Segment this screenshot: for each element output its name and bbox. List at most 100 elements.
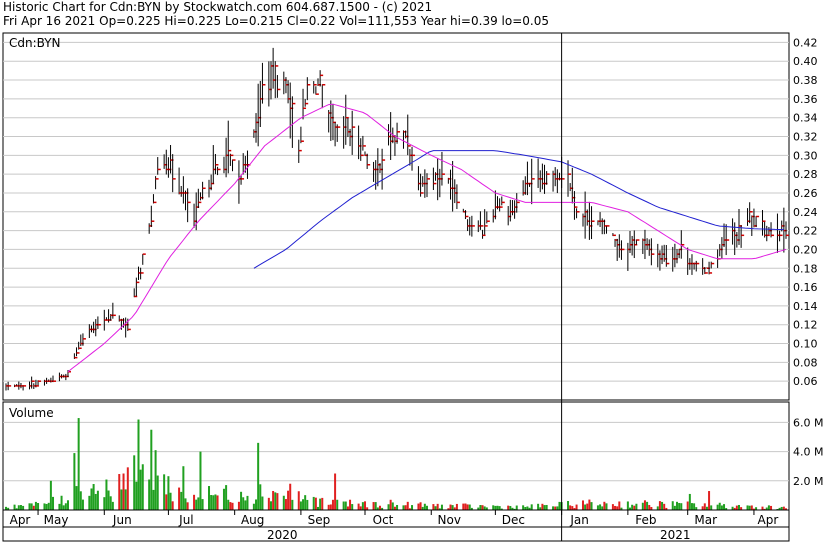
price-tick-label: 0.34 [793, 112, 818, 125]
volume-bar [182, 466, 185, 510]
volume-bar [314, 497, 317, 510]
volume-bar [272, 490, 275, 510]
volume-bar [289, 483, 292, 510]
price-tick-label: 0.26 [793, 187, 818, 200]
volume-tick-label: 2.0 M [793, 475, 823, 488]
volume-bar [396, 504, 399, 510]
volume-bar [321, 497, 324, 510]
volume-bar [419, 502, 422, 510]
volume-bar [225, 485, 228, 510]
volume-bar [498, 506, 501, 510]
volume-bar [507, 505, 510, 510]
volume-bar [611, 504, 614, 510]
volume-bar [641, 502, 644, 510]
volume-bar [603, 501, 606, 510]
volume-bar [586, 503, 589, 510]
volume-bar [364, 501, 367, 510]
volume-bar [723, 504, 726, 510]
stock-chart: 0.42 0.40 0.38 0.36 0.34 0.32 0.30 0.28 0.26 0.24… [2, 32, 823, 542]
volume-bar [346, 506, 349, 510]
volume-bar [229, 502, 232, 510]
volume-bar [406, 501, 409, 510]
volume-tick-label: 6.0 M [793, 416, 823, 429]
volume-bar [526, 506, 529, 510]
volume-bar [718, 502, 721, 510]
volume-bar [693, 503, 696, 510]
volume-bar [543, 505, 546, 510]
volume-bar [494, 505, 497, 510]
volume-bar [643, 500, 646, 510]
volume-bar [648, 504, 651, 510]
volume-bar [306, 499, 309, 510]
volume-bar [216, 495, 219, 510]
price-tick-label: 0.16 [793, 281, 818, 294]
volume-bar [522, 505, 525, 510]
price-tick-label: 0.12 [793, 319, 818, 332]
volume-bar [530, 504, 533, 510]
volume-bar [455, 503, 458, 510]
volume-bar [178, 487, 181, 510]
volume-bar [686, 501, 689, 510]
month-label: May [44, 513, 69, 527]
volume-bar [94, 493, 97, 510]
volume-bar [496, 505, 499, 510]
volume-title: Volume [9, 406, 54, 420]
volume-bar [227, 499, 230, 510]
volume-bar [284, 499, 287, 510]
volume-bar [716, 504, 719, 510]
volume-bar [237, 501, 240, 510]
volume-bar [616, 506, 619, 510]
symbol-label: Cdn:BYN [9, 36, 61, 50]
volume-bar [737, 504, 740, 510]
volume-bar [770, 505, 773, 510]
month-label: Dec [502, 513, 525, 527]
volume-bar [483, 506, 486, 510]
volume-bar [152, 489, 155, 510]
volume-bar [361, 502, 364, 510]
volume-bar [186, 502, 189, 510]
volume-bar [567, 501, 570, 510]
volume-bar [19, 505, 22, 510]
volume-bar [451, 505, 454, 510]
volume-bar [614, 505, 617, 510]
volume-bar [193, 494, 196, 510]
volume-bar [631, 504, 634, 510]
volume-bar [588, 499, 591, 510]
volume-bar [195, 499, 198, 510]
volume-bar [43, 503, 46, 510]
volume-bar [391, 502, 394, 510]
volume-bar [169, 492, 172, 510]
volume-bar [197, 497, 200, 510]
volume-bar [349, 499, 352, 510]
volume-bar [676, 501, 679, 510]
volume-bar [141, 464, 144, 510]
volume-bar [105, 479, 108, 510]
volume-bar [663, 503, 666, 510]
volume-bar [244, 500, 247, 510]
volume-bar [165, 494, 168, 510]
volume-bar [389, 499, 392, 510]
volume-bar [359, 506, 362, 510]
volume-bar [541, 503, 544, 510]
volume-bar [735, 505, 738, 510]
month-label: Oct [373, 513, 394, 527]
volume-bar [167, 476, 170, 510]
volume-bar [590, 502, 593, 510]
volume-bar [545, 504, 548, 510]
price-tick-label: 0.32 [793, 131, 818, 144]
volume-bar [150, 429, 153, 510]
volume-bar [319, 498, 322, 510]
volume-bar [710, 505, 713, 510]
volume-bar [154, 450, 157, 510]
volume-bar [327, 504, 330, 510]
volume-axis-labels: 6.0 M 4.0 M 2.0 M [793, 416, 823, 487]
volume-bar [261, 496, 264, 510]
volume-bar [425, 505, 428, 510]
volume-bar [126, 467, 129, 510]
month-label: Nov [438, 513, 461, 527]
volume-bar [552, 506, 555, 510]
volume-bar [571, 506, 574, 510]
volume-bar [466, 504, 469, 510]
volume-bar [122, 473, 125, 510]
volume-bar [208, 486, 211, 510]
